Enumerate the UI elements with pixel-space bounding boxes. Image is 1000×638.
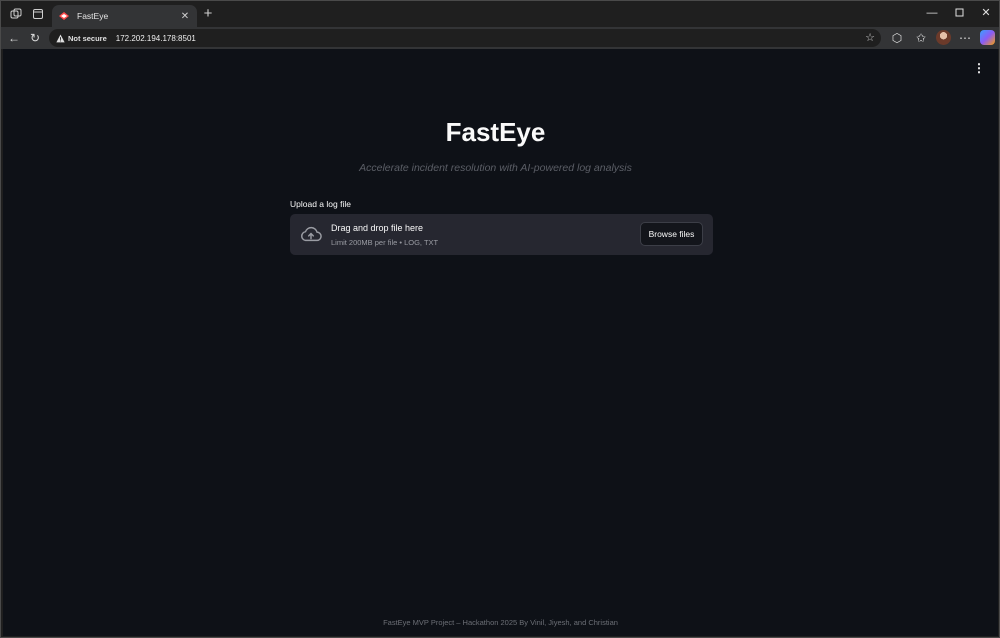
- more-options-icon[interactable]: ⋯: [957, 30, 973, 46]
- url-text[interactable]: 172.202.194.178:8501: [116, 34, 196, 43]
- tab-close-icon[interactable]: ✕: [179, 11, 191, 22]
- tab-fasteye[interactable]: FastEye ✕: [52, 5, 197, 27]
- address-bar[interactable]: Not secure 172.202.194.178:8501 ☆: [49, 29, 881, 47]
- tab-actions-icon[interactable]: [30, 6, 46, 22]
- page-title: FastEye: [445, 117, 546, 147]
- browse-files-button[interactable]: Browse files: [640, 222, 703, 246]
- cloud-upload-icon: [301, 226, 322, 242]
- browser-toolbar: ← ↻ Not secure 172.202.194.178:8501 ☆ ⬡ …: [1, 27, 999, 49]
- maximize-icon[interactable]: [949, 5, 969, 21]
- back-icon[interactable]: ←: [6, 30, 22, 46]
- footer-text: FastEye MVP Project – Hackathon 2025 By …: [383, 618, 618, 627]
- extensions-icon[interactable]: ⬡: [889, 30, 905, 46]
- tab-strip: FastEye ✕ + — ✕: [1, 1, 999, 27]
- tab-title: FastEye: [77, 11, 109, 21]
- file-dropzone[interactable]: Drag and drop file here Limit 200MB per …: [290, 214, 713, 255]
- close-window-icon[interactable]: ✕: [976, 5, 996, 21]
- browser-window: FastEye ✕ + — ✕ ← ↻ Not secure 172.202.1…: [0, 0, 1000, 638]
- reload-icon[interactable]: ↻: [27, 30, 43, 46]
- security-label[interactable]: Not secure: [68, 34, 107, 43]
- warning-icon: [56, 33, 65, 42]
- upload-label: Upload a log file: [290, 199, 351, 209]
- app-menu-icon[interactable]: ⋮: [973, 61, 985, 75]
- profile-avatar[interactable]: [936, 30, 951, 45]
- app-content: ⋮ FastEye Accelerate incident resolution…: [3, 49, 998, 636]
- favorite-star-icon[interactable]: ☆: [865, 31, 875, 44]
- new-tab-icon[interactable]: +: [200, 6, 216, 22]
- minimize-icon[interactable]: —: [922, 5, 942, 21]
- workspaces-icon[interactable]: [8, 6, 24, 22]
- streamlit-favicon-icon: [59, 11, 69, 21]
- dropzone-title: Drag and drop file here: [331, 223, 424, 233]
- page-subtitle: Accelerate incident resolution with AI-p…: [359, 162, 632, 174]
- favorites-icon[interactable]: ✩: [913, 30, 929, 46]
- dropzone-limit: Limit 200MB per file • LOG, TXT: [331, 238, 439, 247]
- copilot-icon[interactable]: [980, 30, 995, 45]
